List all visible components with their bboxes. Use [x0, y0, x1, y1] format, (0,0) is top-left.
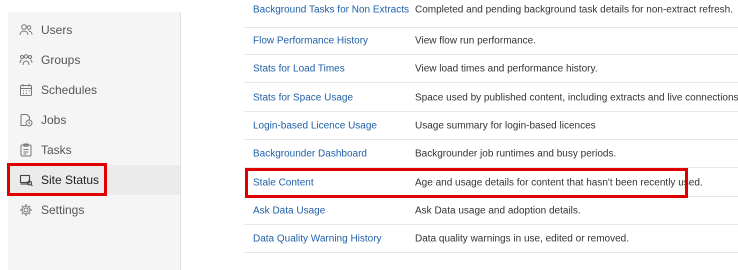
table-row[interactable]: Login-based Licence Usage Usage summary …	[244, 112, 738, 140]
sidebar-item-label: Jobs	[41, 113, 67, 127]
table-row[interactable]: Background Tasks for Non Extracts Comple…	[244, 0, 738, 28]
table-row[interactable]: Stats for Load Times View load times and…	[244, 55, 738, 83]
sidebar-item-label: Tasks	[41, 143, 72, 157]
calendar-icon	[19, 83, 33, 97]
sidebar-item-jobs[interactable]: Jobs	[8, 105, 180, 135]
sidebar-item-schedules[interactable]: Schedules	[8, 75, 180, 105]
sidebar-item-site-status[interactable]: Site Status	[8, 165, 180, 195]
sidebar-item-settings[interactable]: Settings	[8, 195, 180, 225]
row-description: Usage summary for login-based licences	[415, 120, 596, 131]
table-row[interactable]: Stats for Space Usage Space used by publ…	[244, 84, 738, 112]
sidebar-item-tasks[interactable]: Tasks	[8, 135, 180, 165]
groups-icon	[19, 53, 33, 67]
row-link[interactable]: Data Quality Warning History	[253, 233, 382, 244]
row-link[interactable]: Background Tasks for Non Extracts	[253, 5, 409, 16]
clipboard-icon	[19, 143, 33, 157]
table-row[interactable]: Flow Performance History View flow run p…	[244, 27, 738, 55]
row-description: Space used by published content, includi…	[415, 92, 738, 103]
row-description: Age and usage details for content that h…	[415, 177, 703, 188]
row-description: Data quality warnings in use, edited or …	[415, 233, 630, 244]
users-icon	[19, 23, 33, 37]
sidebar-item-label: Groups	[41, 53, 81, 67]
sidebar-item-users[interactable]: Users	[8, 15, 180, 45]
table-row[interactable]: Backgrounder Dashboard Backgrounder job …	[244, 140, 738, 168]
sidebar-divider	[180, 12, 181, 270]
row-description: View load times and performance history.	[415, 63, 598, 74]
gear-icon	[19, 203, 33, 217]
row-link[interactable]: Flow Performance History	[253, 35, 368, 46]
sidebar-item-label: Settings	[41, 203, 85, 217]
row-link[interactable]: Stats for Space Usage	[253, 92, 353, 103]
sidebar-item-label: Site Status	[41, 173, 100, 187]
table-row[interactable]: Data Quality Warning History Data qualit…	[244, 225, 738, 253]
row-description: Ask Data usage and adoption details.	[415, 205, 581, 216]
row-description: Completed and pending background task de…	[415, 4, 733, 16]
jobs-icon	[19, 113, 33, 127]
row-link[interactable]: Stats for Load Times	[253, 63, 345, 74]
row-link[interactable]: Login-based Licence Usage	[253, 120, 377, 131]
sidebar-item-label: Schedules	[41, 83, 98, 97]
site-status-icon	[19, 173, 33, 187]
row-description: View flow run performance.	[415, 35, 536, 46]
row-description: Backgrounder job runtimes and busy perio…	[415, 148, 617, 159]
row-link[interactable]: Backgrounder Dashboard	[253, 148, 367, 159]
table-row[interactable]: Ask Data Usage Ask Data usage and adopti…	[244, 197, 738, 225]
row-link[interactable]: Stale Content	[253, 177, 314, 188]
sidebar-item-label: Users	[41, 23, 73, 37]
sidebar-item-groups[interactable]: Groups	[8, 45, 180, 75]
table-row[interactable]: Stale Content Age and usage details for …	[244, 169, 738, 197]
row-link[interactable]: Ask Data Usage	[253, 205, 325, 216]
